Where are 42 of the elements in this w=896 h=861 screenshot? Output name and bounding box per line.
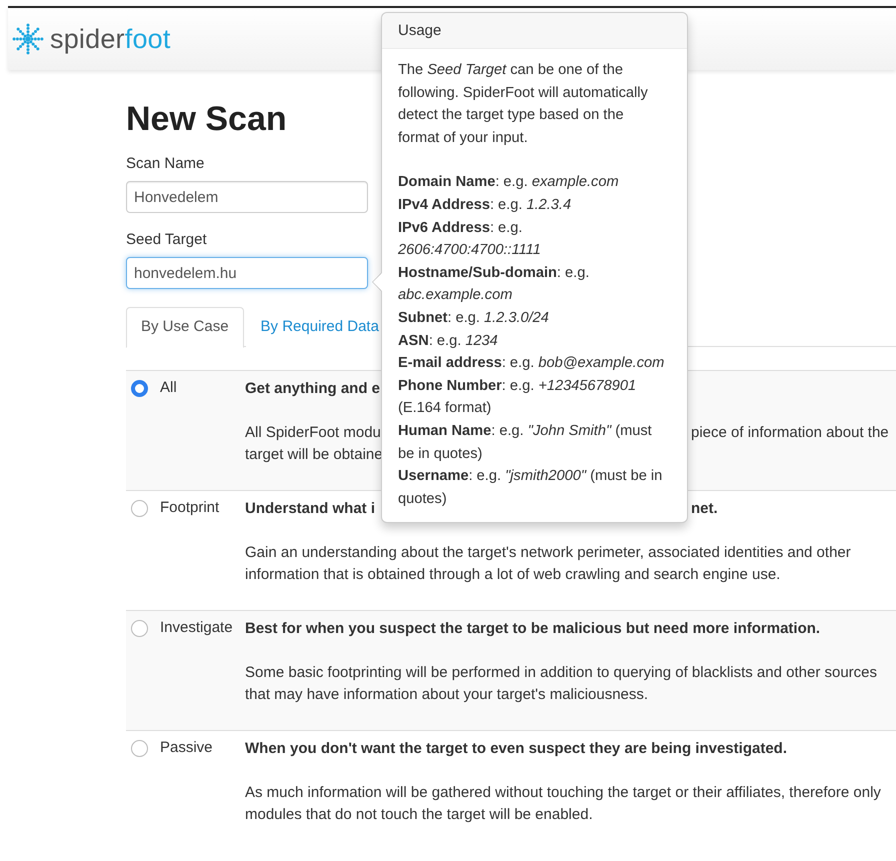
radio-button[interactable] (131, 740, 148, 757)
use-case-description: piece of information about the (691, 423, 889, 443)
use-case-title: net. (691, 499, 718, 519)
text-input[interactable]: honvedelem.hu (126, 257, 368, 289)
use-case-description: information that is obtained through a lot of web crawling and search engine use. (245, 565, 780, 585)
target-type-example: E-mail address: e.g. bob@example.com (398, 354, 665, 374)
use-case-name: All (160, 378, 178, 398)
logo-wordmark: spiderfoot (50, 24, 171, 54)
use-case-title: Get anything and e (245, 379, 380, 399)
use-case-name: Footprint (160, 498, 220, 518)
use-case-title: When you don't want the target to even suspect they are being investigated. (245, 739, 787, 759)
use-case-name: Passive (160, 738, 214, 758)
tab[interactable]: By Use Case (126, 307, 244, 348)
field-label: Scan Name (126, 155, 206, 172)
page-title: New Scan (126, 100, 287, 139)
use-case-title: Best for when you suspect the target to be malicious but need more information. (245, 619, 820, 639)
use-case-title: Understand what i (245, 499, 376, 519)
use-case-description: Some basic footprinting will be performed in addition to querying of blacklists and other sources (245, 663, 878, 683)
target-type-example: IPv6 Address: e.g. 2606:4700:4700::1111 (398, 218, 542, 260)
snowflake-logo-icon (12, 23, 44, 55)
popover-intro: The Seed Target can be one of the following. SpiderFoot will automatically detect the target type based on the format of your input. (398, 61, 649, 148)
field-label: Seed Target (126, 231, 208, 248)
use-case-name: Investigate (160, 618, 234, 638)
target-type-example: Phone Number: e.g. +12345678901 (E.164 format) (398, 376, 638, 418)
use-case-description: that may have information about your target's maliciousness. (245, 685, 648, 705)
radio-button[interactable] (131, 500, 148, 517)
use-case-description: target will be obtaine (245, 445, 383, 465)
use-case-description: All SpiderFoot modu (245, 423, 381, 443)
target-type-example: Subnet: e.g. 1.2.3.0/24 (398, 308, 550, 328)
target-type-example: Username: e.g. "jsmith2000" (must be in quotes) (398, 467, 664, 509)
radio-button[interactable] (131, 620, 148, 637)
use-case-description: As much information will be gathered without touching the target or their affiliates, therefore only (245, 783, 881, 803)
text-input[interactable]: Honvedelem (126, 181, 368, 213)
target-type-example: Domain Name: e.g. example.com (398, 173, 620, 192)
popover-title: Usage (382, 13, 687, 49)
radio-button[interactable] (131, 380, 148, 397)
use-case-description: modules that do not touch the target will be enabled. (245, 805, 593, 825)
target-type-example: IPv4 Address: e.g. 1.2.3.4 (398, 196, 572, 215)
target-type-example: Hostname/Sub-domain: e.g. abc.example.com (398, 264, 590, 306)
target-type-example: Human Name: e.g. "John Smith" (must be in quotes) (398, 422, 653, 464)
target-type-example: ASN: e.g. 1234 (398, 332, 499, 351)
use-case-description: Gain an understanding about the target's network perimeter, associated identities and other (245, 543, 851, 563)
